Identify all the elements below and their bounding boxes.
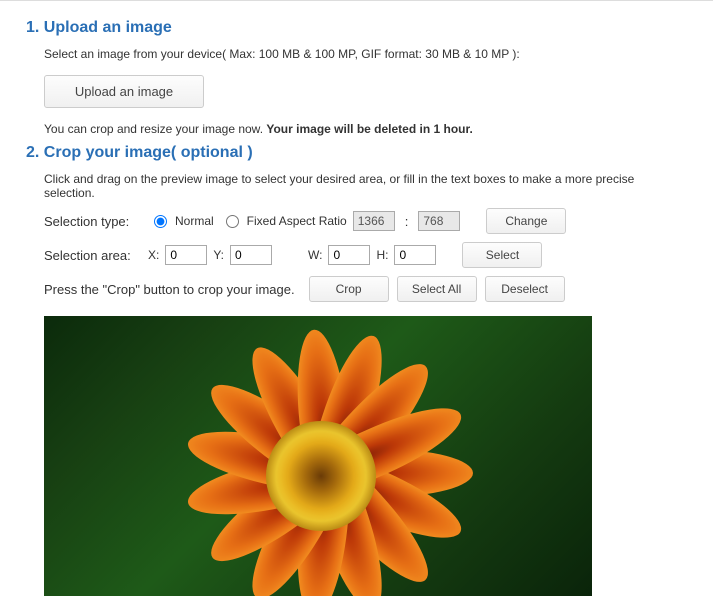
press-crop-text: Press the "Crop" button to crop your ima…: [44, 282, 295, 297]
aspect-width-input: [353, 211, 395, 231]
preview-image[interactable]: [44, 316, 592, 596]
change-button[interactable]: Change: [486, 208, 566, 234]
select-all-button[interactable]: Select All: [397, 276, 477, 302]
x-label: X:: [148, 248, 159, 262]
select-button[interactable]: Select: [462, 242, 542, 268]
step1-heading: 1. Upload an image: [26, 19, 687, 37]
step1-note-prefix: You can crop and resize your image now.: [44, 122, 266, 136]
selection-area-label: Selection area:: [44, 248, 142, 263]
deselect-button[interactable]: Deselect: [485, 276, 565, 302]
radio-fixed-aspect[interactable]: [226, 215, 239, 228]
y-input[interactable]: [230, 245, 272, 265]
selection-type-label: Selection type:: [44, 214, 142, 229]
aspect-sep: :: [401, 214, 413, 229]
upload-image-button[interactable]: Upload an image: [44, 75, 204, 108]
crop-button[interactable]: Crop: [309, 276, 389, 302]
step2-instruction: Click and drag on the preview image to s…: [44, 172, 687, 200]
step1-note: You can crop and resize your image now. …: [44, 122, 687, 136]
step1-note-bold: Your image will be deleted in 1 hour.: [266, 122, 472, 136]
aspect-height-input: [418, 211, 460, 231]
radio-fixed-aspect-label[interactable]: Fixed Aspect Ratio: [247, 214, 347, 228]
radio-normal-label[interactable]: Normal: [175, 214, 214, 228]
w-input[interactable]: [328, 245, 370, 265]
step1-instruction: Select an image from your device( Max: 1…: [44, 47, 687, 61]
step2-heading: 2. Crop your image( optional ): [26, 144, 687, 162]
w-label: W:: [308, 248, 322, 262]
y-label: Y:: [213, 248, 224, 262]
h-input[interactable]: [394, 245, 436, 265]
x-input[interactable]: [165, 245, 207, 265]
radio-normal[interactable]: [154, 215, 167, 228]
h-label: H:: [376, 248, 388, 262]
